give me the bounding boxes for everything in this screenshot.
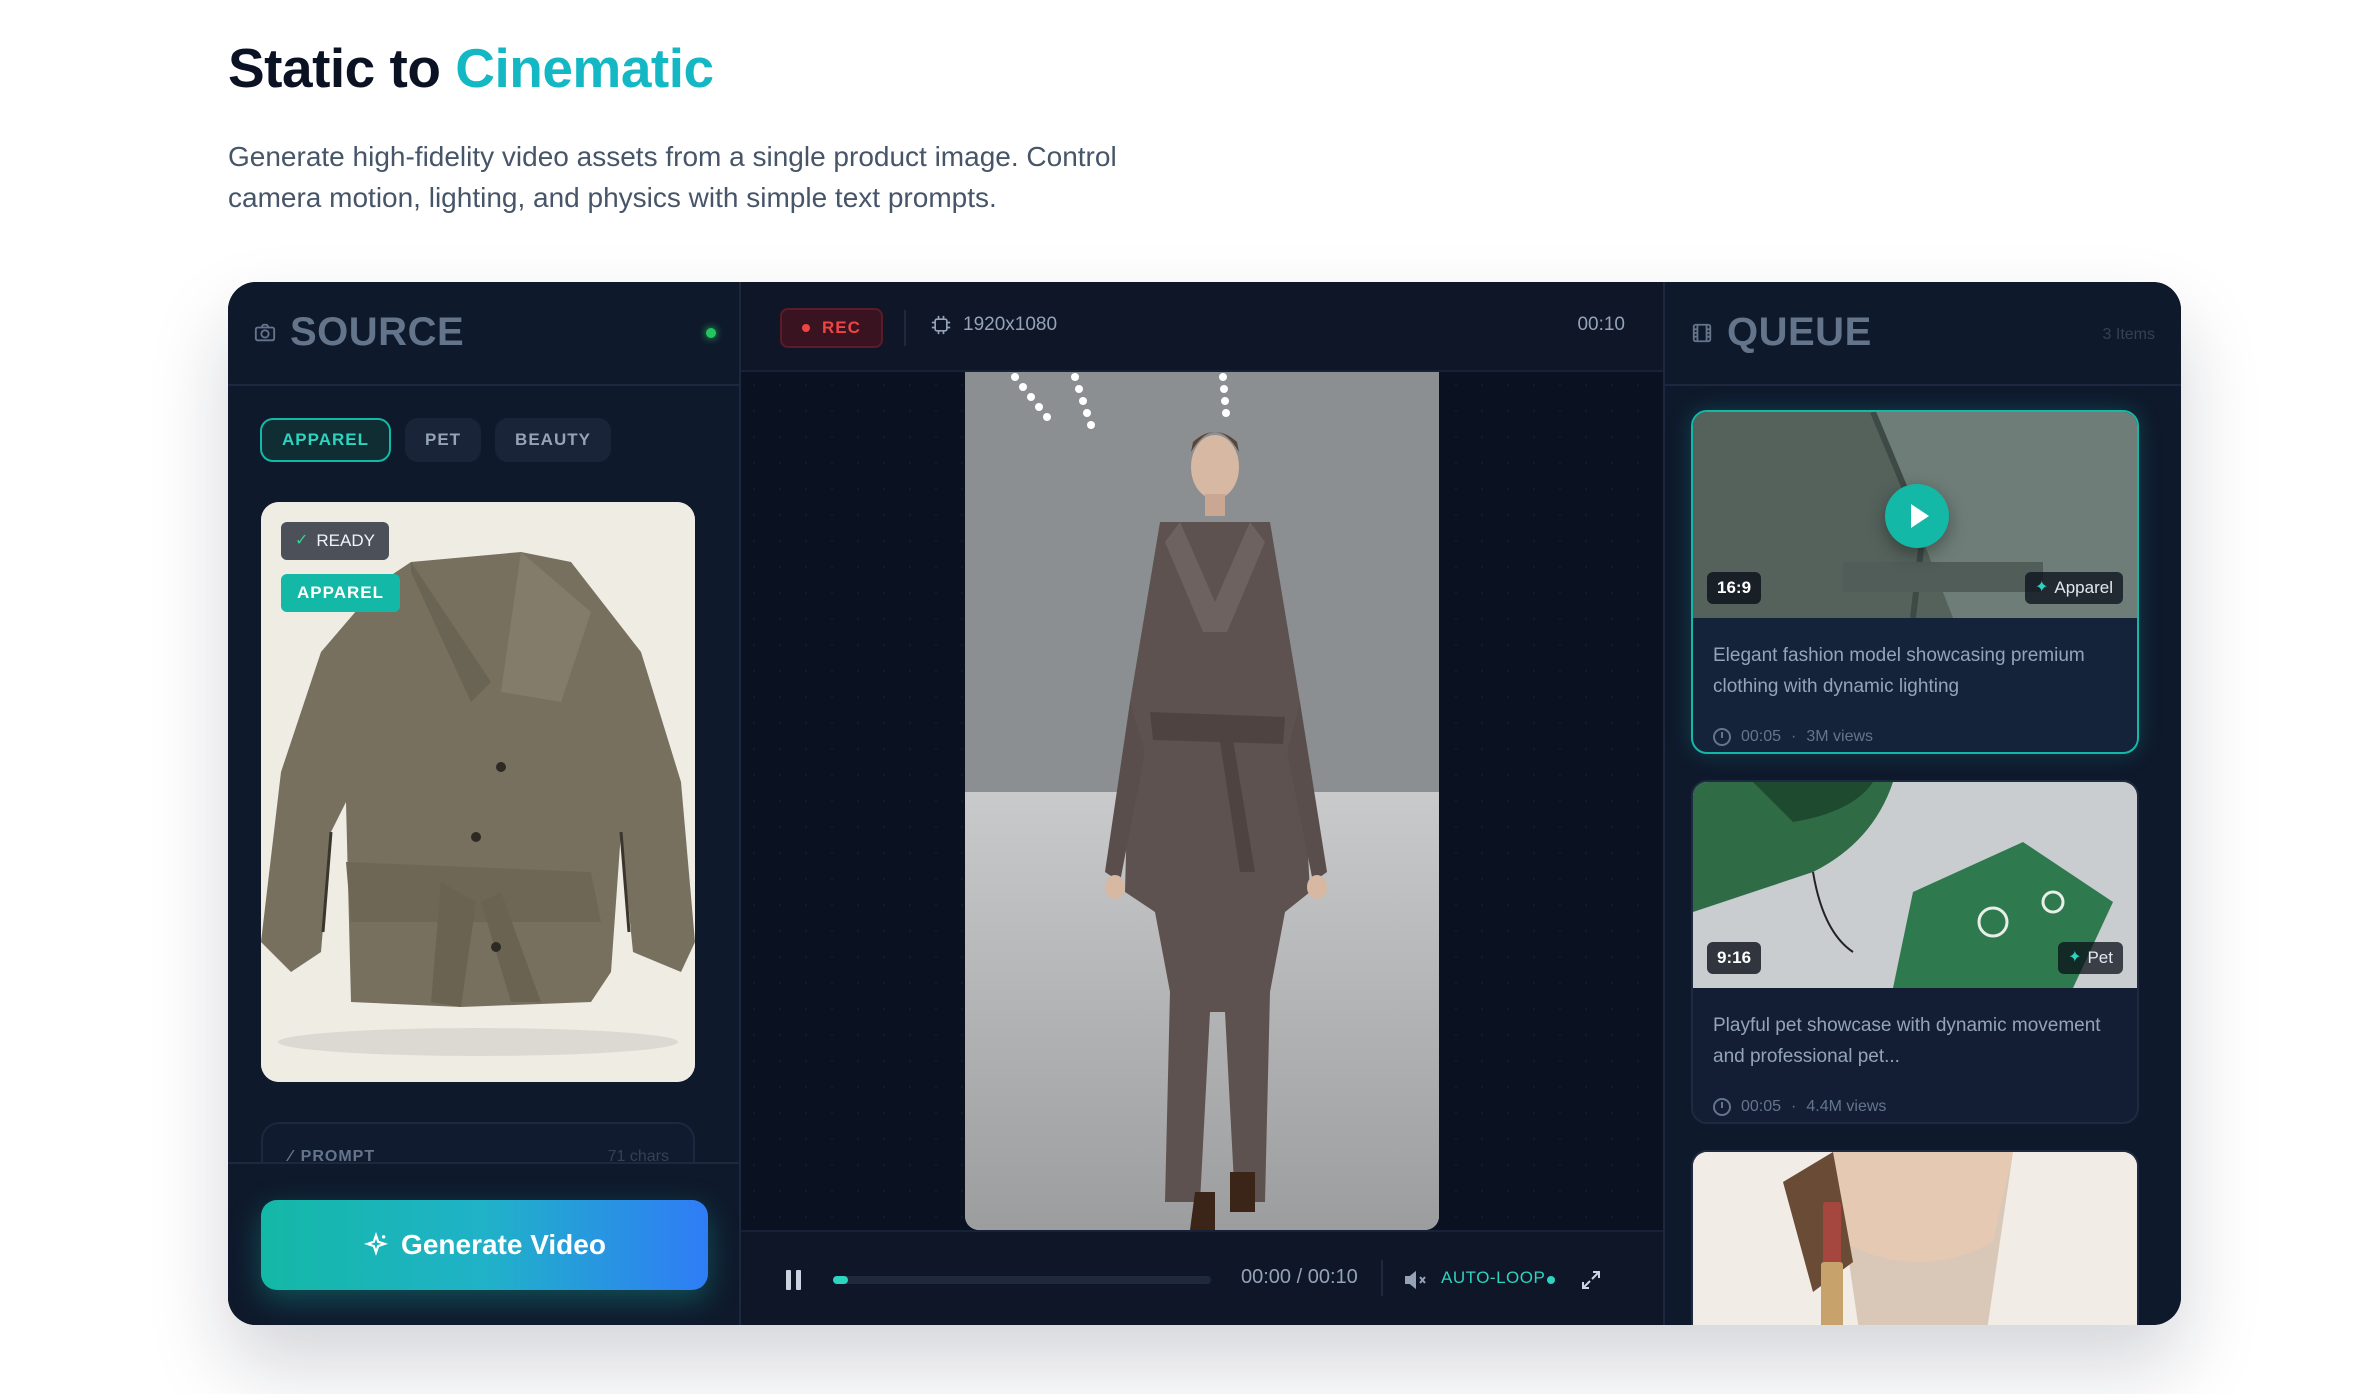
sparkle-icon: ✦ bbox=[2034, 579, 2049, 596]
meta-separator: · bbox=[1791, 728, 1797, 745]
aspect-ratio-badge: 9:16 bbox=[1707, 942, 1762, 974]
check-icon: ✓ bbox=[295, 532, 309, 549]
source-image-card[interactable]: ✓ READY APPAREL bbox=[261, 502, 695, 1082]
player-controls: 00:00 / 00:10 AUTO-LOOP bbox=[741, 1230, 1663, 1325]
rec-label: REC bbox=[822, 318, 861, 337]
queue-thumbnail: 9:16 ✦ Pet bbox=[1693, 782, 2137, 988]
expand-icon[interactable] bbox=[1579, 1268, 1603, 1292]
sparkle-icon: ✦ bbox=[2068, 949, 2082, 966]
video-frame[interactable] bbox=[965, 372, 1439, 1230]
queue-item[interactable]: 16:9 ✦ Apparel Elegant fashion model show… bbox=[1691, 410, 2139, 754]
beauty-lipstick-thumbnail bbox=[1693, 1152, 2137, 1325]
title-accent: Cinematic bbox=[455, 37, 714, 99]
progress-fill bbox=[833, 1276, 849, 1284]
queue-item-description: Playful pet showcase with dynamic moveme… bbox=[1713, 1015, 2101, 1067]
aspect-ratio-badge: 16:9 bbox=[1707, 572, 1762, 604]
chip-pet[interactable]: PET bbox=[404, 418, 482, 462]
generate-video-button[interactable]: Generate Video bbox=[261, 1200, 708, 1290]
queue-header: QUEUE 3 Items bbox=[1665, 282, 2181, 386]
resolution-value: 1920x1080 bbox=[963, 314, 1058, 335]
category-tag-label: Apparel bbox=[2054, 578, 2113, 597]
ready-badge: ✓ READY bbox=[281, 522, 389, 560]
clock-icon bbox=[1713, 1098, 1731, 1116]
queue-item-views: 4.4M views bbox=[1806, 1098, 1887, 1115]
source-title: SOURCE bbox=[290, 310, 465, 354]
queue-item-description: Elegant fashion model showcasing premium… bbox=[1713, 645, 2085, 697]
pause-icon[interactable] bbox=[786, 1270, 802, 1290]
category-tag: ✦ Pet bbox=[2058, 942, 2123, 974]
rec-indicator: REC bbox=[780, 308, 883, 348]
divider bbox=[904, 310, 906, 346]
app-window: SOURCE APPAREL PET BEAUTY ✓ READY APPARE… bbox=[228, 282, 2181, 1325]
source-header: SOURCE bbox=[228, 282, 739, 386]
meta-separator: · bbox=[1791, 1098, 1797, 1115]
source-panel: SOURCE APPAREL PET BEAUTY ✓ READY APPARE… bbox=[228, 282, 741, 1325]
queue-item-views: 3M views bbox=[1806, 728, 1874, 745]
runway-model-video bbox=[965, 372, 1439, 1230]
queue-item-meta: 00:05 · 4.4M views bbox=[1693, 1084, 2137, 1116]
chip-icon bbox=[931, 315, 951, 335]
video-player: REC 1920x1080 00:10 00:00 / 00:10 AUTO-L… bbox=[741, 282, 1663, 1325]
video-stage bbox=[741, 372, 1663, 1230]
page-subtitle: Generate high-fidelity video assets from… bbox=[228, 141, 1117, 213]
page-title: Static to Cinematic bbox=[228, 36, 714, 100]
queue-item[interactable]: 9:16 ✦ Pet Playful pet showcase with dyna… bbox=[1691, 780, 2139, 1124]
progress-bar[interactable] bbox=[833, 1276, 1211, 1284]
ready-label: READY bbox=[316, 531, 375, 550]
autoloop-toggle[interactable]: AUTO-LOOP bbox=[1441, 1268, 1545, 1288]
resolution: 1920x1080 bbox=[931, 314, 1057, 336]
play-button[interactable] bbox=[1885, 484, 1949, 548]
queue-thumbnail bbox=[1693, 1152, 2137, 1325]
autoloop-status-dot bbox=[1547, 1276, 1555, 1284]
rec-dot bbox=[802, 324, 810, 332]
queue-count: 3 Items bbox=[2102, 326, 2155, 343]
category-chips: APPAREL PET BEAUTY bbox=[260, 418, 611, 462]
clock-icon bbox=[1713, 728, 1731, 746]
divider bbox=[1381, 1260, 1383, 1296]
title-static: Static to bbox=[228, 37, 456, 99]
queue-title: QUEUE bbox=[1727, 310, 1872, 354]
queue-item-time: 00:05 bbox=[1741, 728, 1782, 745]
category-tag-label: Pet bbox=[2087, 948, 2113, 967]
category-badge: APPAREL bbox=[281, 574, 400, 612]
video-duration: 00:10 bbox=[1577, 314, 1625, 335]
status-dot bbox=[706, 328, 716, 338]
queue-panel: QUEUE 3 Items 16:9 ✦ Apparel Elegant fash… bbox=[1663, 282, 2181, 1325]
timecode: 00:00 / 00:10 bbox=[1241, 1266, 1358, 1288]
camera-icon bbox=[254, 323, 276, 342]
player-toolbar: REC 1920x1080 00:10 bbox=[741, 282, 1663, 372]
generate-video-label: Generate Video bbox=[401, 1229, 606, 1260]
chip-apparel[interactable]: APPAREL bbox=[260, 418, 391, 462]
queue-thumbnail: 16:9 ✦ Apparel bbox=[1693, 412, 2137, 618]
chip-beauty[interactable]: BEAUTY bbox=[495, 418, 611, 462]
queue-item[interactable] bbox=[1691, 1150, 2139, 1325]
film-icon bbox=[1692, 323, 1712, 343]
mute-icon[interactable] bbox=[1403, 1268, 1429, 1292]
category-tag: ✦ Apparel bbox=[2024, 572, 2123, 604]
sparkle-icon bbox=[363, 1232, 389, 1257]
queue-item-time: 00:05 bbox=[1741, 1098, 1782, 1115]
queue-item-meta: 00:05 · 3M views bbox=[1693, 714, 2137, 746]
